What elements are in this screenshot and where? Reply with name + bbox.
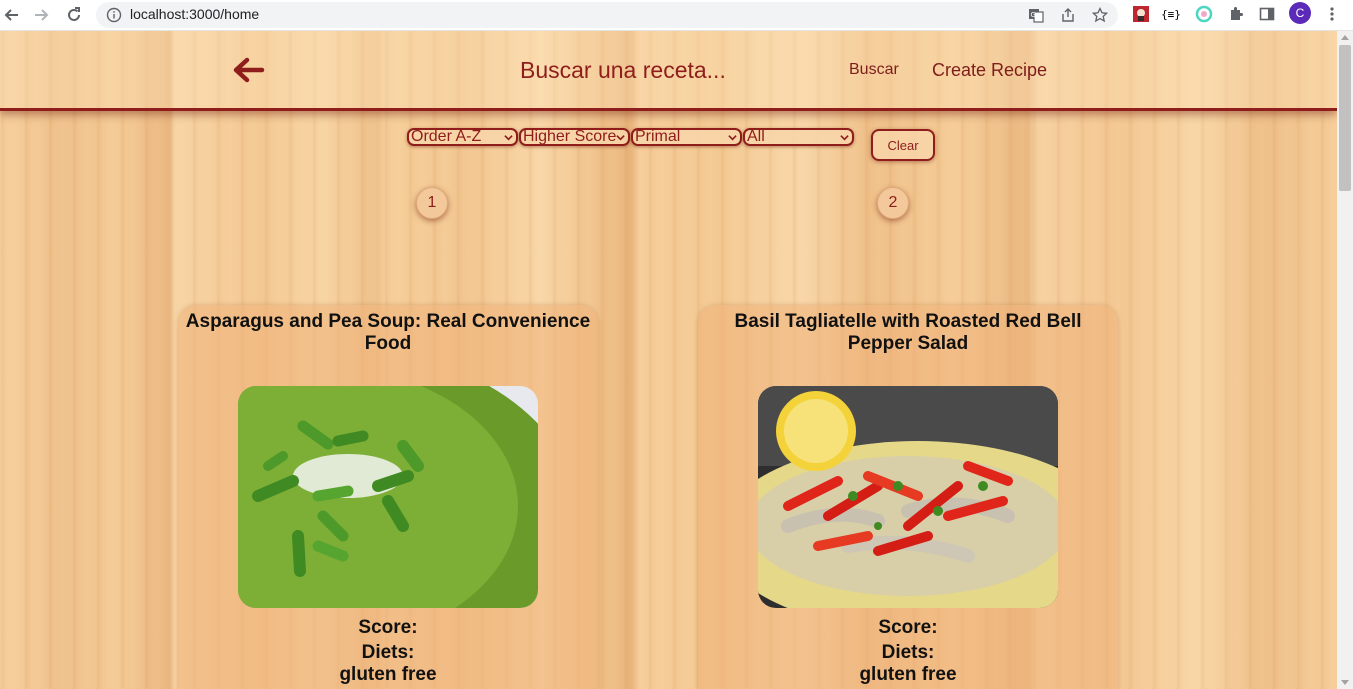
score-select[interactable]: Higher Score <box>519 128 630 146</box>
navbar: Buscar Create Recipe <box>0 31 1337 111</box>
reload-icon[interactable] <box>62 3 86 27</box>
origin-select-value: All <box>747 128 765 145</box>
recipe-card[interactable]: Asparagus and Pea Soup: Real Convenience… <box>178 305 598 689</box>
diet-select-value: Primal <box>635 128 681 145</box>
recipe-image-pasta <box>758 386 1058 608</box>
recipe-search-input[interactable] <box>520 55 820 85</box>
origin-select[interactable]: All <box>743 128 854 146</box>
score-select-value: Higher Score <box>523 128 617 145</box>
recipe-title: Asparagus and Pea Soup: Real Convenience… <box>185 311 591 354</box>
page-button-2[interactable]: 2 <box>877 187 909 219</box>
order-select[interactable]: Order A-Z <box>407 128 518 146</box>
order-select-value: Order A-Z <box>411 128 482 145</box>
recipe-image-soup <box>238 386 538 608</box>
color-extension-icon[interactable] <box>1193 3 1215 25</box>
recipe-score: Score: <box>358 617 418 638</box>
svg-text:G: G <box>1031 11 1036 19</box>
bookmark-star-icon[interactable] <box>1090 5 1110 25</box>
scroll-thumb[interactable] <box>1339 45 1351 191</box>
address-bar[interactable]: localhost:3000/home G <box>96 2 1118 28</box>
page-button-1[interactable]: 1 <box>416 187 448 219</box>
recipe-diets-label: Diets: <box>361 642 415 663</box>
back-arrow-icon[interactable] <box>230 55 266 85</box>
recipe-card[interactable]: Basil Tagliatelle with Roasted Red Bell … <box>698 305 1118 689</box>
share-icon[interactable] <box>1058 5 1078 25</box>
recipe-diet: gluten free <box>339 664 437 685</box>
recipe-diets-label: Diets: <box>881 642 935 663</box>
scroll-down-icon[interactable] <box>1341 680 1349 685</box>
side-panel-icon[interactable] <box>1256 3 1278 25</box>
chevron-down-icon <box>728 135 737 141</box>
chevron-down-icon <box>840 135 849 141</box>
search-button[interactable]: Buscar <box>849 61 899 79</box>
recipe-diet: gluten free <box>859 664 957 685</box>
translate-icon[interactable]: G <box>1026 5 1046 25</box>
address-url: localhost:3000/home <box>130 6 260 22</box>
chevron-down-icon <box>616 135 625 141</box>
recipe-title: Basil Tagliatelle with Roasted Red Bell … <box>734 311 1082 354</box>
browser-toolbar: localhost:3000/home G {≡} C <box>0 0 1353 31</box>
page-scrollbar[interactable] <box>1337 31 1353 689</box>
scroll-up-icon[interactable] <box>1341 35 1349 40</box>
json-extension-icon[interactable]: {≡} <box>1160 3 1182 25</box>
chevron-down-icon <box>504 135 513 141</box>
extensions-puzzle-icon[interactable] <box>1225 3 1247 25</box>
forward-icon[interactable] <box>29 3 53 27</box>
page-viewport: Buscar Create Recipe Order A-Z Higher Sc… <box>0 31 1337 689</box>
extension-icon[interactable] <box>1130 3 1152 25</box>
profile-avatar[interactable]: C <box>1289 2 1311 24</box>
back-icon[interactable] <box>0 3 24 27</box>
create-recipe-link[interactable]: Create Recipe <box>932 60 1047 81</box>
info-icon[interactable] <box>106 7 122 23</box>
clear-filters-button[interactable]: Clear <box>871 129 935 161</box>
diet-select[interactable]: Primal <box>631 128 742 146</box>
browser-menu-icon[interactable] <box>1321 3 1343 25</box>
recipe-score: Score: <box>878 617 938 638</box>
